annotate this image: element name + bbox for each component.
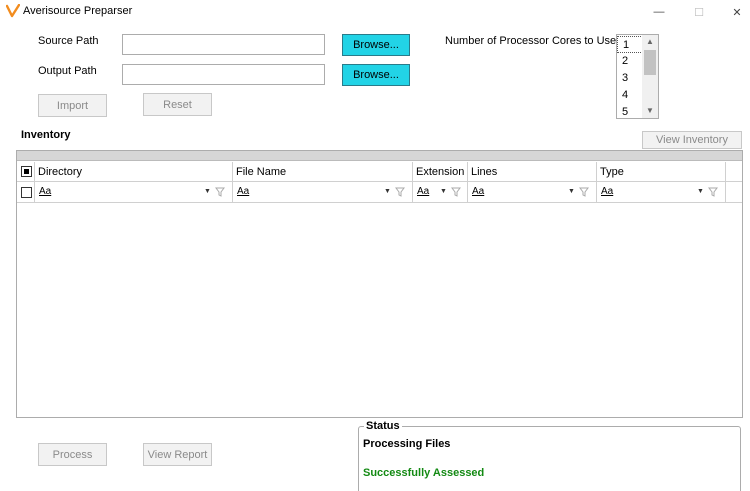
minimize-icon: — [653,6,665,18]
reset-button[interactable]: Reset [143,93,212,116]
filter-funnel-icon[interactable] [395,186,407,198]
match-case-icon[interactable]: Aa [417,186,429,197]
close-icon: ✕ [732,6,742,19]
filter-select-cell [17,182,35,203]
scroll-up-icon[interactable]: ▲ [642,36,658,48]
source-browse-button[interactable]: Browse... [342,34,410,56]
status-title: Status [364,420,402,432]
match-case-icon[interactable]: Aa [601,186,613,197]
column-header-directory[interactable]: Directory [35,162,233,182]
scroll-down-icon[interactable]: ▼ [642,105,658,117]
core-option-5[interactable]: 5 [617,104,643,118]
match-case-icon[interactable]: Aa [39,186,51,197]
filter-dropdown-icon[interactable]: ▼ [440,188,447,195]
filter-funnel-icon[interactable] [215,186,227,198]
filter-file-name[interactable]: Aa ▼ [233,182,413,203]
filter-funnel-icon[interactable] [579,186,591,198]
cores-label: Number of Processor Cores to Use [445,35,617,47]
filter-dropdown-icon[interactable]: ▼ [697,188,704,195]
filter-dropdown-icon[interactable]: ▼ [568,188,575,195]
column-header-lines[interactable]: Lines [468,162,597,182]
row-filter-checkbox[interactable] [21,187,32,198]
filter-type[interactable]: Aa ▼ [597,182,726,203]
filter-dropdown-icon[interactable]: ▼ [384,188,391,195]
cores-listbox[interactable]: 1 2 3 4 5 ▲ ▼ [616,34,659,119]
core-option-2[interactable]: 2 [617,53,643,70]
view-inventory-button[interactable]: View Inventory [642,131,742,149]
source-path-label: Source Path [38,35,99,47]
output-browse-button[interactable]: Browse... [342,64,410,86]
select-all-checkbox[interactable] [21,166,32,177]
view-report-button[interactable]: View Report [143,443,212,466]
column-header-type[interactable]: Type [597,162,726,182]
status-result-text: Successfully Assessed [363,467,485,479]
match-case-icon[interactable]: Aa [237,186,249,197]
window-title: Averisource Preparser [23,5,133,17]
filter-lines[interactable]: Aa ▼ [468,182,597,203]
filter-directory[interactable]: Aa ▼ [35,182,233,203]
core-option-1[interactable]: 1 [617,36,643,53]
grid-group-panel [17,151,742,161]
maximize-icon: ☐ [694,6,704,19]
filter-funnel-icon[interactable] [451,186,463,198]
close-button[interactable]: ✕ [714,0,750,24]
core-option-3[interactable]: 3 [617,70,643,87]
match-case-icon[interactable]: Aa [472,186,484,197]
process-button[interactable]: Process [38,443,107,466]
select-all-header[interactable] [17,162,35,182]
grid-filter-row: Aa ▼ Aa ▼ Aa ▼ Aa ▼ Aa ▼ [17,182,742,203]
inventory-title: Inventory [21,129,71,141]
column-header-file-name[interactable]: File Name [233,162,413,182]
status-groupbox [358,426,741,491]
output-path-input[interactable] [122,64,325,85]
status-processing-text: Processing Files [363,438,451,450]
scroll-thumb[interactable] [644,50,656,75]
cores-scrollbar[interactable]: ▲ ▼ [642,35,658,118]
grid-header-row: Directory File Name Extension Lines Type [17,162,742,182]
column-header-extension[interactable]: Extension [413,162,468,182]
title-bar: Averisource Preparser — ☐ ✕ [0,0,750,24]
inventory-grid[interactable]: Directory File Name Extension Lines Type… [16,150,743,418]
source-path-input[interactable] [122,34,325,55]
import-button[interactable]: Import [38,94,107,117]
core-option-4[interactable]: 4 [617,87,643,104]
filter-funnel-icon[interactable] [708,186,720,198]
filter-extension[interactable]: Aa ▼ [413,182,468,203]
filter-dropdown-icon[interactable]: ▼ [204,188,211,195]
output-path-label: Output Path [38,65,97,77]
averisource-logo-icon [6,4,20,18]
